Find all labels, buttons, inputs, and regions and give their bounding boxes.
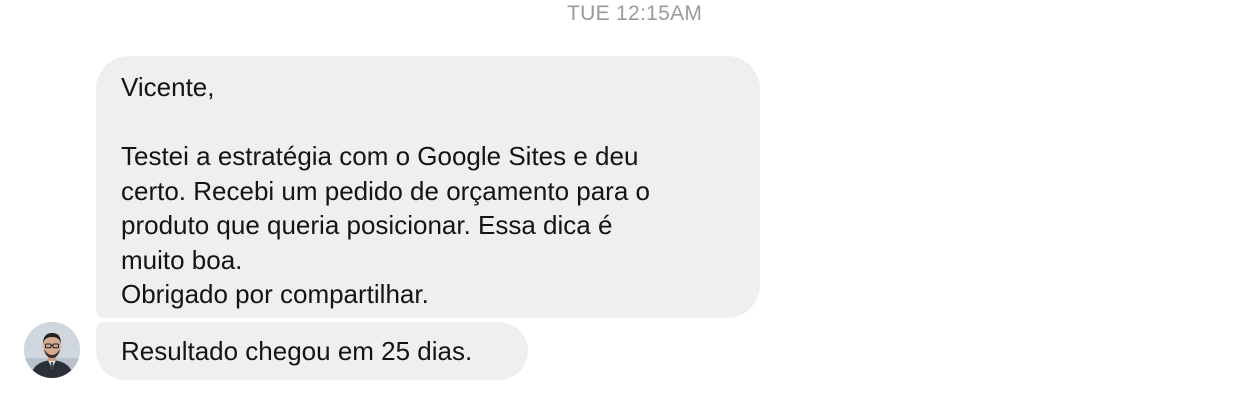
message-timestamp: TUE 12:15AM — [567, 2, 703, 25]
message-line: certo. Recebi um pedido de orçamento par… — [121, 175, 650, 206]
message-bubble[interactable]: Resultado chegou em 25 dias. — [96, 322, 528, 380]
message-line: Obrigado por compartilhar. — [121, 279, 429, 309]
sender-avatar[interactable] — [24, 322, 80, 378]
message-line: muito boa. — [121, 244, 243, 275]
message-line: Testei a estratégia com o Google Sites e… — [121, 141, 639, 171]
message-line: produto que queria posicionar. Essa dica… — [121, 210, 613, 240]
person-avatar-icon — [24, 322, 80, 378]
message-bubble[interactable]: Vicente, Testei a estratégia com o Googl… — [96, 56, 760, 318]
message-line: Vicente, — [121, 72, 215, 102]
message-text: Resultado chegou em 25 dias. — [121, 336, 473, 366]
